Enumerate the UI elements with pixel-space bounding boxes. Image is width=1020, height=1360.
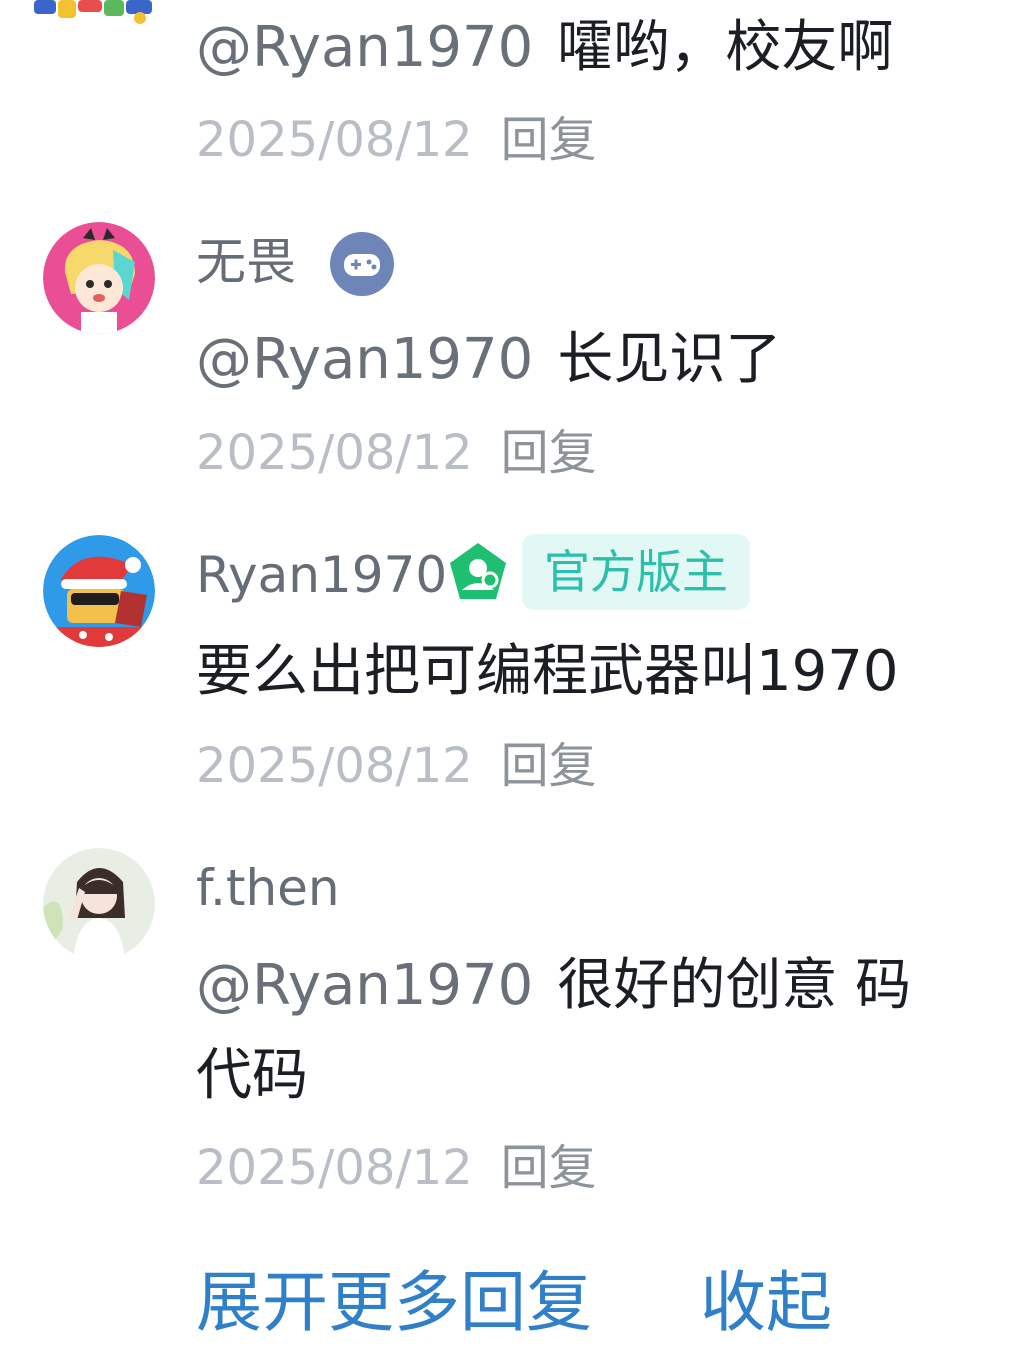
collapse-button[interactable]: 收起 <box>700 1265 832 1341</box>
reply-text: @Ryan1970 很好的创意 码 <box>196 954 911 1018</box>
avatar[interactable] <box>43 535 155 647</box>
reply-meta: 2025/08/12 回复 <box>196 112 597 168</box>
username[interactable]: f.then <box>196 858 340 918</box>
reply-date: 2025/08/12 <box>196 738 473 794</box>
reply-button[interactable]: 回复 <box>501 425 597 481</box>
reply-content: 长见识了 <box>557 327 782 392</box>
gamepad-icon <box>330 232 394 296</box>
reply-button[interactable]: 回复 <box>501 1140 597 1196</box>
reply-content: 代码 <box>196 1043 308 1108</box>
mention-link[interactable]: @Ryan1970 <box>196 953 533 1018</box>
username[interactable]: Ryan1970 <box>196 545 447 605</box>
reply-date: 2025/08/12 <box>196 112 473 168</box>
reply-meta: 2025/08/12 回复 <box>196 1140 597 1196</box>
reply-meta: 2025/08/12 回复 <box>196 738 597 794</box>
expand-more-replies-button[interactable]: 展开更多回复 <box>196 1265 592 1341</box>
avatar[interactable] <box>43 848 155 960</box>
reply-button[interactable]: 回复 <box>501 112 597 168</box>
role-tag: 官方版主 <box>522 534 750 610</box>
avatar[interactable] <box>28 0 160 30</box>
reply-content: 很好的创意 码 <box>557 953 912 1018</box>
mention-link[interactable]: @Ryan1970 <box>196 327 533 392</box>
reply-date: 2025/08/12 <box>196 1140 473 1196</box>
reply-content: 嚯哟，校友啊 <box>557 15 894 80</box>
reply-thread: @Ryan1970 嚯哟，校友啊 2025/08/12 回复 无畏 @Ryan1… <box>0 0 1020 1360</box>
reply-text-continued: 代码 <box>196 1044 308 1108</box>
reply-text: 要么出把可编程武器叫1970 <box>196 640 899 704</box>
reply-text: @Ryan1970 嚯哟，校友啊 <box>196 16 893 80</box>
reply-button[interactable]: 回复 <box>501 738 597 794</box>
reply-content: 要么出把可编程武器叫1970 <box>196 639 899 704</box>
reply-meta: 2025/08/12 回复 <box>196 425 597 481</box>
reply-date: 2025/08/12 <box>196 425 473 481</box>
mention-link[interactable]: @Ryan1970 <box>196 15 533 80</box>
avatar[interactable] <box>43 222 155 334</box>
reply-text: @Ryan1970 长见识了 <box>196 328 781 392</box>
official-moderator-icon <box>445 540 511 606</box>
username[interactable]: 无畏 <box>196 232 296 292</box>
